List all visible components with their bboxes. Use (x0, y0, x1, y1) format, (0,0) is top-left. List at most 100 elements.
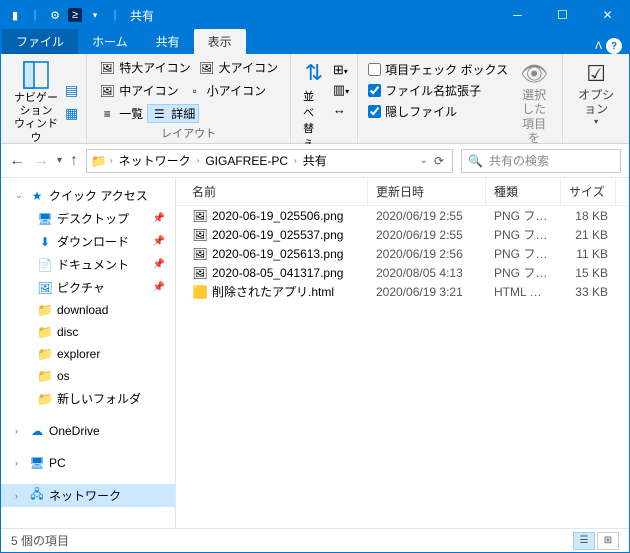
details-pane-icon[interactable]: ▦ (65, 105, 78, 122)
col-date[interactable]: 更新日時 (368, 178, 486, 205)
preview-pane-icon[interactable]: ▤ (65, 82, 78, 99)
hidden-files-toggle[interactable]: 隠しファイル (366, 102, 510, 121)
address-dropdown[interactable]: ⌄ (420, 155, 428, 166)
qat-separator: | (28, 8, 42, 22)
address-seg-0[interactable]: ネットワーク (117, 152, 193, 169)
cloud-icon: ☁ (29, 423, 45, 439)
file-row[interactable]: 🟨削除されたアプリ.html2020/06/19 3:21HTML ファ...3… (176, 282, 629, 301)
search-input[interactable]: 🔍 共有の検索 (461, 149, 621, 173)
sidebar-desktop[interactable]: 🖥デスクトップ📌 (1, 207, 175, 230)
ribbon-tabs: ファイル ホーム 共有 表示 ᐱ ? (0, 30, 630, 54)
layout-details[interactable]: ☰詳細 (147, 104, 199, 123)
search-icon: 🔍 (468, 154, 483, 168)
file-row[interactable]: 🖼2020-08-05_041317.png2020/08/05 4:13PNG… (176, 263, 629, 282)
ribbon-group-pane: ナビゲーション ウィンドウ ▤ ▦ ペイン (1, 54, 87, 143)
folder-icon: 📁 (37, 302, 53, 318)
png-file-icon: 🖼 (192, 227, 208, 243)
collapse-ribbon-icon[interactable]: ᐱ (595, 41, 602, 52)
minimize-button[interactable]: ─ (495, 0, 540, 30)
qat-separator: | (108, 8, 122, 22)
tab-file[interactable]: ファイル (2, 29, 78, 54)
file-row[interactable]: 🖼2020-06-19_025537.png2020/06/19 2:55PNG… (176, 225, 629, 244)
file-name: 2020-06-19_025506.png (212, 209, 343, 223)
close-button[interactable]: ✕ (585, 0, 630, 30)
file-size: 11 KB (561, 247, 616, 261)
col-size[interactable]: サイズ (561, 178, 616, 205)
nav-window-button[interactable]: ナビゲーション ウィンドウ (9, 58, 63, 147)
icons-view-toggle[interactable]: ⊞ (597, 532, 619, 550)
file-type: HTML ファ... (486, 283, 561, 300)
file-date: 2020/06/19 3:21 (368, 285, 486, 299)
expand-icon[interactable]: › (15, 458, 25, 468)
pin-icon: 📌 (153, 236, 165, 247)
file-date: 2020/06/19 2:56 (368, 247, 486, 261)
column-headers: 名前 更新日時 種類 サイズ (176, 178, 629, 206)
app-icon: ▮ (8, 8, 22, 22)
sidebar-folder-new[interactable]: 📁新しいフォルダ (1, 387, 175, 410)
folder-icon: 📁 (37, 324, 53, 340)
ribbon-group-current-view: ⇅ 並べ替え ▾ ⊞▾ ▥▾ ↔ 現在のビュー (291, 54, 358, 143)
sidebar-documents[interactable]: 📄ドキュメント📌 (1, 253, 175, 276)
file-row[interactable]: 🖼2020-06-19_025506.png2020/06/19 2:55PNG… (176, 206, 629, 225)
tab-home[interactable]: ホーム (78, 29, 142, 54)
refresh-button[interactable]: ⟳ (430, 154, 448, 168)
file-extensions-toggle[interactable]: ファイル名拡張子 (366, 81, 510, 100)
back-button[interactable]: ← (9, 152, 25, 170)
window-title: 共有 (122, 7, 495, 24)
maximize-button[interactable]: ☐ (540, 0, 585, 30)
tab-share[interactable]: 共有 (142, 29, 194, 54)
group-by-icon[interactable]: ⊞▾ (333, 62, 349, 78)
up-button[interactable]: ↑ (70, 152, 78, 170)
add-columns-icon[interactable]: ▥▾ (333, 82, 349, 98)
help-icon[interactable]: ? (606, 38, 622, 54)
layout-list[interactable]: ≡一覧 (95, 104, 147, 123)
expand-icon[interactable]: › (15, 491, 25, 501)
col-type[interactable]: 種類 (486, 178, 561, 205)
address-folder-icon: 📁 (91, 154, 106, 168)
sidebar-folder-download[interactable]: 📁download (1, 299, 175, 321)
file-name: 2020-06-19_025537.png (212, 228, 343, 242)
item-checkboxes-toggle[interactable]: 項目チェック ボックス (366, 60, 510, 79)
powershell-icon[interactable]: ≥ (68, 8, 82, 22)
sidebar-folder-explorer[interactable]: 📁explorer (1, 343, 175, 365)
layout-large[interactable]: 🖼大アイコン (195, 58, 282, 77)
chevron-right-icon[interactable]: › (108, 156, 115, 165)
qat-dropdown-icon[interactable]: ▾ (88, 8, 102, 22)
sidebar-downloads[interactable]: ⬇ダウンロード📌 (1, 230, 175, 253)
col-name[interactable]: 名前 (184, 178, 368, 205)
explorer-window: ▮ | ⚙ ≥ ▾ | 共有 ─ ☐ ✕ ファイル ホーム 共有 表示 ᐱ ? (0, 0, 630, 553)
titlebar: ▮ | ⚙ ≥ ▾ | 共有 ─ ☐ ✕ (0, 0, 630, 30)
options-button[interactable]: ☑ オプション ▾ (571, 58, 621, 128)
layout-small[interactable]: ▫小アイコン (183, 81, 270, 100)
file-size: 33 KB (561, 285, 616, 299)
file-name: 2020-06-19_025613.png (212, 247, 343, 261)
chevron-right-icon[interactable]: › (195, 156, 202, 165)
file-size: 15 KB (561, 266, 616, 280)
size-columns-icon[interactable]: ↔ (333, 102, 349, 117)
sidebar-onedrive[interactable]: ›☁OneDrive (1, 420, 175, 442)
sidebar-pictures[interactable]: 🖼ピクチャ📌 (1, 276, 175, 299)
history-dropdown[interactable]: ▾ (57, 155, 62, 166)
sidebar-pc[interactable]: ›🖥PC (1, 452, 175, 474)
sidebar-network[interactable]: ›🖧ネットワーク (1, 484, 175, 507)
expand-icon[interactable]: ⌄ (15, 190, 25, 201)
sidebar-folder-os[interactable]: 📁os (1, 365, 175, 387)
gear-icon[interactable]: ⚙ (48, 8, 62, 22)
expand-icon[interactable]: › (15, 426, 25, 436)
file-list-view: 名前 更新日時 種類 サイズ 🖼2020-06-19_025506.png202… (176, 178, 629, 528)
details-view-toggle[interactable]: ☰ (573, 532, 595, 550)
layout-extra-large[interactable]: 🖼特大アイコン (95, 58, 194, 77)
file-type: PNG ファイル (486, 245, 561, 262)
layout-medium[interactable]: 🖼中アイコン (95, 81, 182, 100)
file-name: 2020-08-05_041317.png (212, 266, 343, 280)
forward-button[interactable]: → (33, 152, 49, 170)
sidebar-quick-access[interactable]: ⌄ ★ クイック アクセス (1, 184, 175, 207)
address-bar[interactable]: 📁 › ネットワーク › GIGAFREE-PC › 共有 ⌄ ⟳ (86, 149, 453, 173)
tab-view[interactable]: 表示 (194, 29, 246, 54)
address-seg-1[interactable]: GIGAFREE-PC (203, 154, 290, 168)
file-row[interactable]: 🖼2020-06-19_025613.png2020/06/19 2:56PNG… (176, 244, 629, 263)
ribbon-group-layout: 🖼特大アイコン 🖼大アイコン 🖼中アイコン ▫小アイコン ≡一覧 ☰詳細 レイア… (87, 54, 291, 143)
address-seg-2[interactable]: 共有 (301, 152, 329, 169)
chevron-right-icon[interactable]: › (292, 156, 299, 165)
sidebar-folder-disc[interactable]: 📁disc (1, 321, 175, 343)
